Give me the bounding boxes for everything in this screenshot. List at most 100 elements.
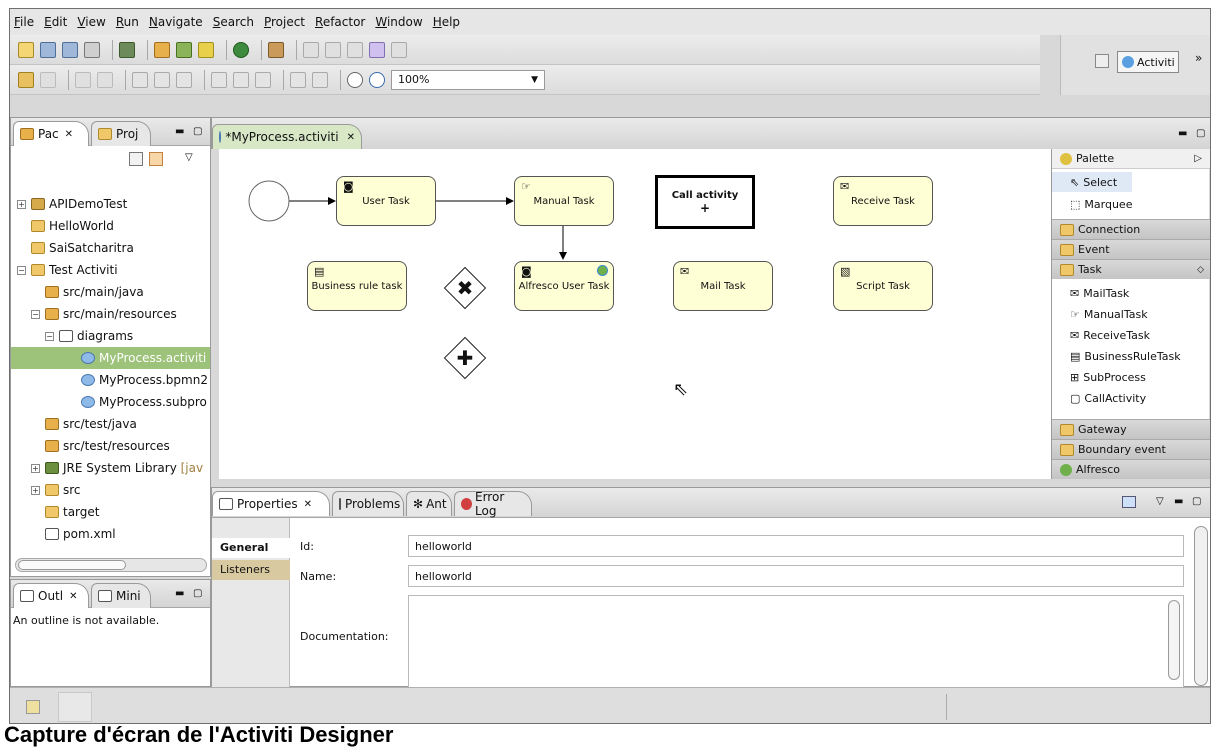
palette-item-subprocess[interactable]: ⊞ SubProcess: [1052, 367, 1210, 387]
menu-view[interactable]: View: [77, 15, 105, 29]
fast-view-icon[interactable]: [26, 700, 40, 714]
documentation-scrollbar[interactable]: [1168, 600, 1180, 680]
tree-item-src-main-resources[interactable]: − src/main/resources: [11, 303, 177, 325]
link-editor-icon[interactable]: [149, 152, 163, 166]
run-icon[interactable]: [233, 41, 249, 58]
open-perspective-icon[interactable]: [1095, 54, 1109, 68]
back-icon[interactable]: [369, 41, 385, 58]
align-bottom-icon[interactable]: [255, 71, 271, 88]
new-icon[interactable]: [18, 41, 34, 58]
collapse-icon[interactable]: −: [31, 309, 40, 319]
vertical-scrollbar[interactable]: [1194, 526, 1208, 686]
zoom-combo[interactable]: 100% ▼: [391, 69, 545, 90]
menu-project[interactable]: Project: [264, 15, 305, 29]
next-annotation-icon[interactable]: [303, 41, 319, 58]
zoom-out-icon[interactable]: [347, 71, 363, 88]
id-field[interactable]: helloworld: [408, 535, 1184, 557]
palette-tool-marquee[interactable]: ⬚ Marquee: [1052, 194, 1210, 214]
close-icon[interactable]: ✕: [69, 591, 77, 602]
print-icon[interactable]: [84, 41, 100, 58]
copy-icon[interactable]: [75, 71, 91, 88]
new-interface-icon[interactable]: [198, 41, 214, 58]
paste-icon[interactable]: [97, 71, 113, 88]
palette-item-mailtask[interactable]: ✉ MailTask: [1052, 283, 1210, 303]
scrollbar-thumb[interactable]: [18, 560, 126, 570]
palette-item-manualtask[interactable]: ☞ ManualTask: [1052, 304, 1210, 324]
align-left-icon[interactable]: [132, 71, 148, 88]
collapse-all-icon[interactable]: [129, 152, 143, 166]
tree-item-target[interactable]: target: [11, 501, 100, 523]
view-menu-icon[interactable]: ▽: [1156, 496, 1164, 507]
deploy-icon[interactable]: [119, 41, 135, 58]
pin-drawer-icon[interactable]: ◇: [1197, 265, 1204, 275]
new-class-icon[interactable]: [176, 41, 192, 58]
minimize-icon[interactable]: ▬: [1178, 128, 1187, 139]
tab-ant[interactable]: ✻ Ant: [406, 491, 452, 516]
palette-item-businessruletask[interactable]: ▤ BusinessRuleTask: [1052, 346, 1210, 366]
match-height-icon[interactable]: [312, 71, 328, 88]
start-event[interactable]: [248, 180, 290, 222]
collapse-icon[interactable]: −: [17, 265, 26, 275]
horizontal-scrollbar[interactable]: [15, 558, 207, 572]
palette-header[interactable]: Palette ▷: [1052, 149, 1210, 169]
side-tab-listeners[interactable]: Listeners: [212, 560, 290, 580]
tab-error-log[interactable]: Error Log: [454, 490, 532, 518]
node-alfresco-user-task[interactable]: ◙ Alfresco User Task: [514, 261, 614, 311]
node-business-rule-task[interactable]: ▤ Business rule task: [307, 261, 407, 311]
menu-run[interactable]: Run: [116, 15, 139, 29]
overflow-chevron-icon[interactable]: »: [1195, 51, 1202, 65]
tree-item-test-activiti[interactable]: − Test Activiti: [11, 259, 118, 281]
last-edit-icon[interactable]: [347, 41, 363, 58]
view-menu-icon[interactable]: ▽: [185, 152, 193, 163]
save-all-icon[interactable]: [62, 41, 78, 58]
close-icon[interactable]: ✕: [347, 132, 355, 143]
tree-item-src[interactable]: + src: [11, 479, 81, 501]
menu-file[interactable]: File: [14, 15, 34, 29]
documentation-field[interactable]: [408, 595, 1184, 688]
tree-item-myprocess-activiti[interactable]: MyProcess.activiti: [11, 347, 210, 369]
chevron-down-icon[interactable]: ▼: [531, 75, 538, 85]
menu-refactor[interactable]: Refactor: [315, 15, 365, 29]
tree-item-myprocess-bpmn2[interactable]: MyProcess.bpmn2: [11, 369, 208, 391]
menu-window[interactable]: Window: [375, 15, 422, 29]
tree-item-diagrams[interactable]: − diagrams: [11, 325, 133, 347]
tree-item-src-test-resources[interactable]: src/test/resources: [11, 435, 170, 457]
align-center-icon[interactable]: [154, 71, 170, 88]
tab-package-explorer[interactable]: Pac ✕: [13, 121, 89, 146]
tree-item-src-test-java[interactable]: src/test/java: [11, 413, 137, 435]
cut-icon[interactable]: [40, 71, 56, 88]
save-icon[interactable]: [40, 41, 56, 58]
tree-item-myprocess-subpro[interactable]: MyProcess.subpro: [11, 391, 207, 413]
menu-edit[interactable]: Edit: [44, 15, 67, 29]
palette-drawer-event[interactable]: Event: [1052, 239, 1210, 259]
new-package-icon[interactable]: [154, 41, 170, 58]
palette-drawer-boundary-event[interactable]: Boundary event: [1052, 439, 1210, 459]
tab-project-explorer[interactable]: Proj: [91, 121, 151, 146]
align-middle-icon[interactable]: [233, 71, 249, 88]
zoom-in-icon[interactable]: [369, 71, 385, 88]
close-icon[interactable]: ✕: [304, 499, 312, 510]
pin-icon[interactable]: [18, 71, 34, 88]
palette-item-receivetask[interactable]: ✉ ReceiveTask: [1052, 325, 1210, 345]
node-script-task[interactable]: ▧ Script Task: [833, 261, 933, 311]
node-manual-task[interactable]: ☞ Manual Task: [514, 176, 614, 226]
expand-icon[interactable]: +: [31, 485, 40, 495]
expand-icon[interactable]: +: [31, 463, 40, 473]
align-top-icon[interactable]: [211, 71, 227, 88]
chevron-right-icon[interactable]: ▷: [1194, 153, 1202, 164]
palette-tool-select[interactable]: ⇖ Select: [1052, 172, 1132, 192]
menu-navigate[interactable]: Navigate: [149, 15, 203, 29]
prev-annotation-icon[interactable]: [325, 41, 341, 58]
tab-minimap[interactable]: Mini: [91, 583, 151, 608]
match-width-icon[interactable]: [290, 71, 306, 88]
palette-drawer-gateway[interactable]: Gateway: [1052, 419, 1210, 439]
tree-item-saisatcharitra[interactable]: SaiSatcharitra: [11, 237, 134, 259]
side-tab-general[interactable]: General: [212, 538, 290, 558]
close-icon[interactable]: ✕: [65, 129, 73, 140]
maximize-icon[interactable]: ▢: [1196, 128, 1205, 139]
palette-drawer-task[interactable]: Task ◇: [1052, 259, 1210, 279]
tools-icon[interactable]: [268, 41, 284, 58]
maximize-icon[interactable]: ▢: [1192, 496, 1201, 507]
tab-myprocess-activiti[interactable]: *MyProcess.activiti ✕: [212, 124, 362, 149]
pin-view-icon[interactable]: [1122, 496, 1136, 508]
